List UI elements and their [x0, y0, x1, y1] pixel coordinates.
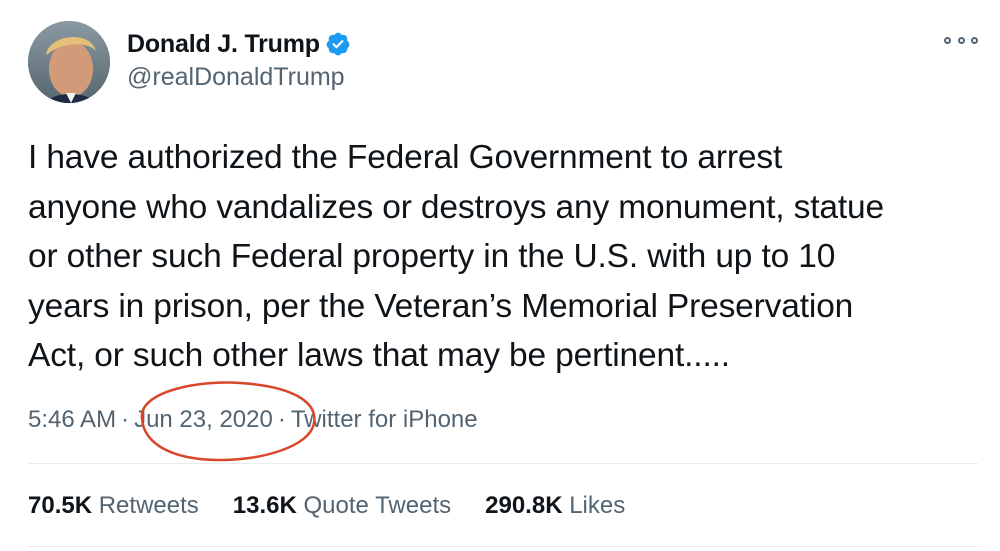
tweet-card: Donald J. Trump @realDonaldTrump I have … [0, 0, 1000, 551]
likes-stat[interactable]: 290.8K Likes [485, 492, 625, 520]
profile-photo-icon [28, 21, 110, 103]
display-name-row: Donald J. Trump [127, 27, 351, 61]
verified-badge-icon [325, 31, 351, 57]
quote-tweets-stat[interactable]: 13.6K Quote Tweets [233, 492, 451, 520]
divider [28, 463, 978, 464]
quote-tweets-label: Quote Tweets [303, 492, 452, 519]
tweet-source[interactable]: Twitter for iPhone [291, 406, 478, 434]
quote-tweets-count: 13.6K [232, 492, 297, 519]
more-dot [971, 36, 978, 44]
tweet-metadata: 5:46 AM · Jun 23, 2020 · Twitter for iPh… [28, 403, 478, 437]
user-handle[interactable]: @realDonaldTrump [127, 63, 351, 92]
divider [28, 546, 978, 547]
retweets-label: Retweets [98, 492, 199, 519]
tweet-time[interactable]: 5:46 AM [28, 406, 116, 434]
engagement-stats: 70.5K Retweets 13.6K Quote Tweets 290.8K… [28, 489, 659, 523]
meta-separator: · [121, 406, 130, 433]
tweet-text: I have authorized the Federal Government… [28, 139, 884, 374]
retweets-stat[interactable]: 70.5K Retweets [28, 492, 199, 520]
tweet-header: Donald J. Trump @realDonaldTrump [127, 27, 351, 92]
retweets-count: 70.5K [28, 492, 93, 519]
more-options-icon[interactable] [944, 30, 978, 50]
more-dot [944, 36, 951, 44]
likes-label: Likes [569, 492, 626, 519]
avatar[interactable] [28, 21, 110, 103]
display-name[interactable]: Donald J. Trump [127, 30, 320, 59]
likes-count: 290.8K [485, 492, 563, 519]
meta-separator: · [277, 406, 286, 433]
more-dot [957, 36, 965, 44]
tweet-date[interactable]: Jun 23, 2020 [134, 406, 273, 434]
